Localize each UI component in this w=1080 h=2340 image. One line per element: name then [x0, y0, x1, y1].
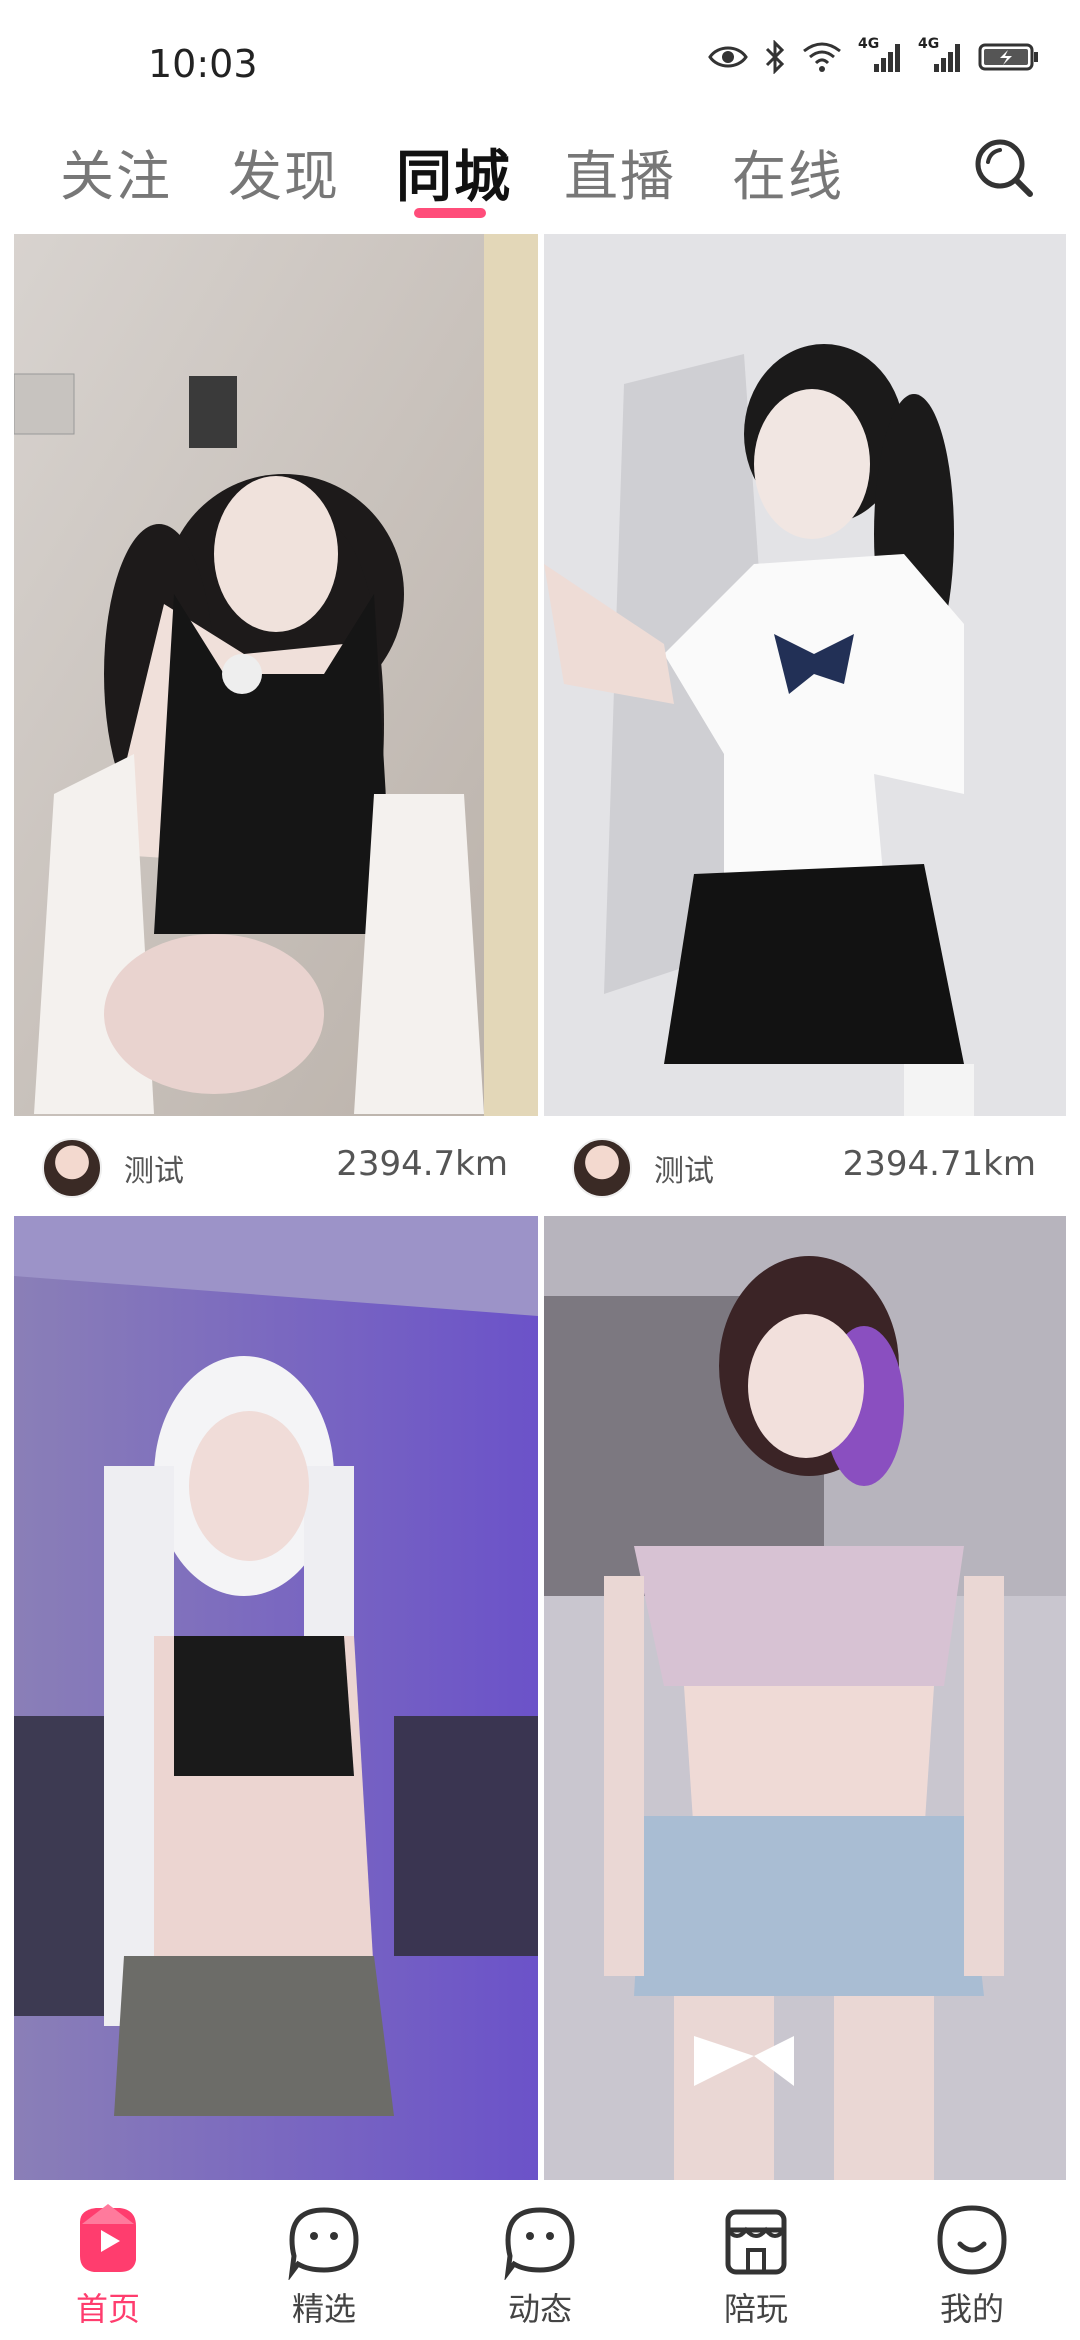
nav-label: 陪玩 — [723, 2290, 788, 2328]
nav-label: 我的 — [939, 2290, 1004, 2328]
author-name[interactable]: 测试 — [654, 1146, 714, 1190]
nav-play[interactable]: 陪玩 — [686, 2200, 826, 2330]
video-card[interactable]: 测试 2394.7km — [14, 234, 538, 1198]
chat-face-icon — [504, 2207, 575, 2280]
video-card[interactable]: 测试 2394.71km — [544, 234, 1066, 1198]
distance-label: 2394.7km — [336, 1144, 508, 1184]
bottom-nav: 首页 精选 动态 陪玩 我的 — [0, 2180, 1080, 2340]
video-card-meta: 测试 2394.7km — [14, 1116, 538, 1216]
tab-online[interactable]: 在线 — [732, 132, 844, 211]
network-label: 4G — [918, 36, 940, 52]
search-icon[interactable] — [972, 136, 1036, 200]
video-thumbnail[interactable] — [544, 1216, 1066, 2180]
nav-moments[interactable]: 动态 — [470, 2200, 610, 2330]
video-card[interactable] — [544, 1216, 1066, 2180]
wifi-icon — [803, 42, 841, 72]
tab-discover[interactable]: 发现 — [228, 132, 340, 211]
smile-icon — [937, 2205, 1007, 2275]
status-time: 10:03 — [148, 42, 258, 86]
signal-4g-icon: 4G — [918, 36, 962, 74]
video-feed: 测试 2394.7km 测试 2394.71km — [0, 232, 1080, 2180]
nav-me[interactable]: 我的 — [902, 2200, 1042, 2330]
tab-same-city[interactable]: 同城 — [396, 132, 512, 213]
avatar[interactable] — [42, 1138, 102, 1198]
nav-home[interactable]: 首页 — [38, 2200, 178, 2330]
video-thumbnail[interactable] — [14, 1216, 538, 2180]
tab-indicator — [414, 208, 486, 218]
author-name[interactable]: 测试 — [124, 1146, 184, 1190]
nav-featured[interactable]: 精选 — [254, 2200, 394, 2330]
home-play-icon — [80, 2204, 136, 2272]
nav-label: 动态 — [507, 2290, 572, 2328]
video-card[interactable] — [14, 1216, 538, 2180]
nav-label: 首页 — [75, 2290, 140, 2328]
eye-icon — [708, 46, 748, 68]
avatar[interactable] — [572, 1138, 632, 1198]
signal-4g-icon: 4G — [858, 36, 902, 74]
video-card-meta: 测试 2394.71km — [544, 1116, 1066, 1216]
battery-charging-icon — [978, 43, 1038, 71]
status-icons: 4G 4G — [708, 36, 1040, 74]
chat-face-icon — [288, 2207, 359, 2280]
top-tabs: 关注 发现 同城 直播 在线 — [0, 120, 1080, 232]
shop-icon — [725, 2209, 787, 2275]
tab-live[interactable]: 直播 — [564, 132, 676, 211]
nav-label: 精选 — [291, 2290, 356, 2328]
bluetooth-icon — [765, 40, 785, 74]
video-thumbnail[interactable] — [544, 234, 1066, 1116]
status-bar: 10:03 4G 4G — [0, 0, 1080, 120]
tab-follow[interactable]: 关注 — [60, 132, 172, 211]
network-label: 4G — [858, 36, 880, 52]
distance-label: 2394.71km — [842, 1144, 1036, 1184]
video-thumbnail[interactable] — [14, 234, 538, 1116]
